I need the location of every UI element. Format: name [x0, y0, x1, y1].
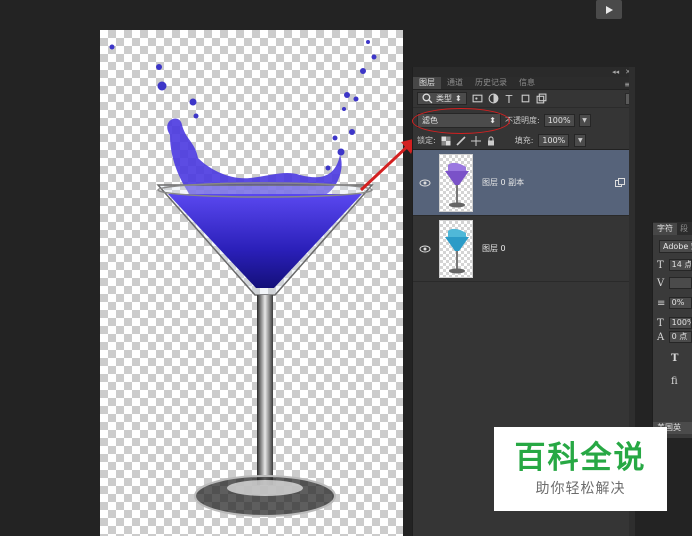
- lock-transparent-icon[interactable]: [441, 136, 451, 146]
- image-filter-icon[interactable]: [472, 93, 483, 104]
- layer-name[interactable]: 图层 0 副本: [482, 177, 524, 188]
- tab-character[interactable]: 字符: [653, 223, 677, 235]
- kerning-row: V: [657, 277, 692, 289]
- lock-all-icon[interactable]: [486, 136, 496, 146]
- fill-slider-button[interactable]: ▼: [574, 134, 587, 147]
- tracking-icon: ≡: [657, 297, 666, 309]
- watermark: 百科全说 助你轻松解决: [494, 427, 667, 511]
- martini-glass-image: [109, 40, 377, 517]
- blend-mode-select[interactable]: 滤色 ⬍: [412, 107, 510, 134]
- highlight-ellipse: [412, 107, 510, 134]
- glass-thumbnail-image: [445, 228, 469, 273]
- ligature-button[interactable]: fi: [671, 376, 682, 387]
- eye-icon[interactable]: [419, 243, 431, 255]
- eye-icon[interactable]: [419, 177, 431, 189]
- panel-tabs: 图层 通道 历史记录 信息 ≡: [413, 77, 635, 90]
- watermark-subtitle: 助你轻松解决: [535, 481, 626, 497]
- font-size-input[interactable]: 14 点: [668, 259, 692, 271]
- lock-position-move-icon[interactable]: [470, 135, 481, 146]
- tab-info[interactable]: 信息: [513, 77, 541, 89]
- kerning-input[interactable]: [668, 277, 692, 289]
- lock-image-brush-icon[interactable]: [456, 135, 466, 146]
- shape-filter-icon[interactable]: [520, 93, 531, 104]
- tracking-input[interactable]: 0%: [668, 297, 692, 309]
- font-family-select[interactable]: Adobe 宋: [659, 240, 692, 253]
- font-size-icon: T: [657, 259, 664, 271]
- baseline-input[interactable]: 0 点: [668, 331, 692, 343]
- vertical-scale-row: T 100%: [657, 317, 692, 329]
- search-icon: [422, 93, 433, 104]
- filter-kind-select[interactable]: 类型 ⬍: [417, 92, 467, 105]
- vertical-scale-input[interactable]: 100%: [668, 317, 692, 329]
- adjustment-filter-icon[interactable]: [488, 93, 499, 104]
- collapse-icon[interactable]: ◂◂: [612, 68, 619, 76]
- chevron-updown-icon: ⬍: [455, 94, 462, 103]
- faux-bold-row: T: [671, 353, 692, 364]
- vertical-scale-icon: T: [657, 317, 664, 329]
- play-icon: [606, 5, 613, 14]
- tracking-row: ≡ 0%: [657, 297, 692, 309]
- layer-thumbnail[interactable]: [439, 219, 473, 278]
- blend-row: 滤色 ⬍ 不透明度: 100% ▼: [412, 107, 635, 134]
- tab-history[interactable]: 历史记录: [469, 77, 513, 89]
- layer-filter-row: 类型 ⬍ T: [413, 90, 635, 108]
- layer-name[interactable]: 图层 0: [482, 243, 506, 254]
- ligature-row: fi: [671, 376, 692, 387]
- panel-topbar: ◂◂ ✕: [413, 67, 635, 77]
- layer-row-copy[interactable]: 图层 0 副本: [413, 150, 635, 216]
- glass-thumbnail-image: [445, 162, 469, 207]
- watermark-title: 百科全说: [514, 440, 647, 476]
- character-panel-tabs: 字符 段: [653, 222, 692, 235]
- faux-bold-button[interactable]: T: [671, 353, 682, 364]
- smart-object-filter-icon[interactable]: [536, 93, 547, 104]
- filter-kind-label: 类型: [436, 94, 452, 103]
- kerning-icon: V: [657, 277, 665, 289]
- chevron-down-icon: ▼: [582, 116, 587, 124]
- baseline-row: A 0 点: [657, 331, 692, 343]
- play-button[interactable]: [596, 0, 622, 19]
- opacity-label: 不透明度:: [505, 115, 540, 125]
- baseline-shift-icon: A: [657, 331, 665, 343]
- tab-layers[interactable]: 图层: [413, 77, 441, 89]
- fill-input[interactable]: 100%: [538, 134, 570, 147]
- lock-row: 锁定: 填充: 100% ▼: [413, 132, 635, 150]
- opacity-slider-button[interactable]: ▼: [578, 113, 591, 127]
- lock-label: 锁定:: [417, 136, 436, 145]
- layer-row-base[interactable]: 图层 0: [413, 216, 635, 282]
- opacity-input[interactable]: 100%: [543, 113, 575, 127]
- font-size-row: T 14 点: [657, 259, 692, 271]
- document-canvas[interactable]: [100, 30, 403, 536]
- character-panel: 字符 段 Adobe 宋 T 14 点 V ≡ 0% T 100% A 0 点 …: [652, 222, 692, 438]
- text-filter-icon[interactable]: T: [504, 93, 515, 104]
- smart-object-icon: [615, 178, 625, 187]
- layer-thumbnail[interactable]: [439, 153, 473, 212]
- tab-paragraph[interactable]: 段: [677, 223, 691, 235]
- chevron-down-icon: ▼: [577, 137, 583, 144]
- fill-label: 填充:: [514, 136, 534, 145]
- svg-text:T: T: [504, 93, 512, 104]
- tab-channels[interactable]: 通道: [441, 77, 469, 89]
